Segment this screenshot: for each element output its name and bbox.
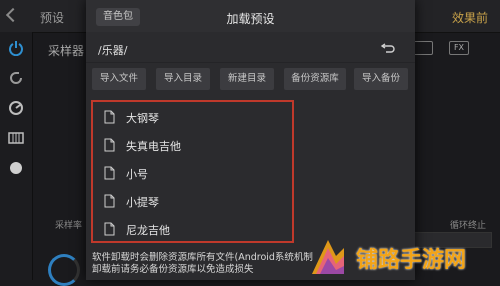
file-name: 失真电吉他 [126,140,181,153]
file-icon [104,166,115,180]
watermark-logo-icon [312,240,344,274]
knob[interactable] [48,254,80,286]
file-name: 小提琴 [126,196,159,209]
watermark-text: 铺路手游网 [356,248,467,273]
import-directory-button[interactable]: 导入目录 [156,68,210,90]
effects-tab[interactable]: 效果前 [452,9,488,26]
backup-library-button[interactable]: 备份资源库 [284,68,346,90]
file-name: 大钢琴 [126,112,159,125]
dialog-header: 音色包 加载预设 [86,0,415,32]
back-arrow-icon[interactable] [5,7,21,23]
new-directory-button[interactable]: 新建目录 [220,68,274,90]
file-icon [104,194,115,208]
path-bar: /乐器/ [86,34,415,63]
power-icon[interactable] [8,40,24,56]
sample-rate-label: 采样率 [55,221,83,231]
file-name: 小号 [126,168,148,181]
file-list: 大钢琴 失真电吉他 小号 小提琴 尼龙吉他 [86,100,415,250]
sidebar [0,32,33,280]
fx-icon[interactable]: FX [449,41,469,55]
import-file-button[interactable]: 导入文件 [92,68,146,90]
file-icon [104,110,115,124]
current-path: /乐器/ [98,44,128,57]
file-icon [104,138,115,152]
loop-end-label: 循环终止 [450,221,487,231]
piano-icon[interactable] [413,41,433,55]
refresh-icon[interactable] [8,70,24,86]
action-button-row: 导入文件 导入目录 新建目录 备份资源库 导入备份 [86,64,415,94]
sampler-label: 采样器 [48,44,85,58]
file-icon [104,222,115,236]
dialog-title: 加载预设 [226,12,275,26]
preset-tab[interactable]: 预设 [40,9,64,26]
piano-icon[interactable] [8,130,24,146]
circle-icon[interactable] [8,160,24,176]
file-name: 尼龙吉他 [126,224,170,237]
return-icon[interactable] [381,42,395,54]
import-backup-button[interactable]: 导入备份 [354,68,408,90]
gauge-icon[interactable] [8,100,24,116]
watermark: 铺路手游网 [306,232,500,280]
